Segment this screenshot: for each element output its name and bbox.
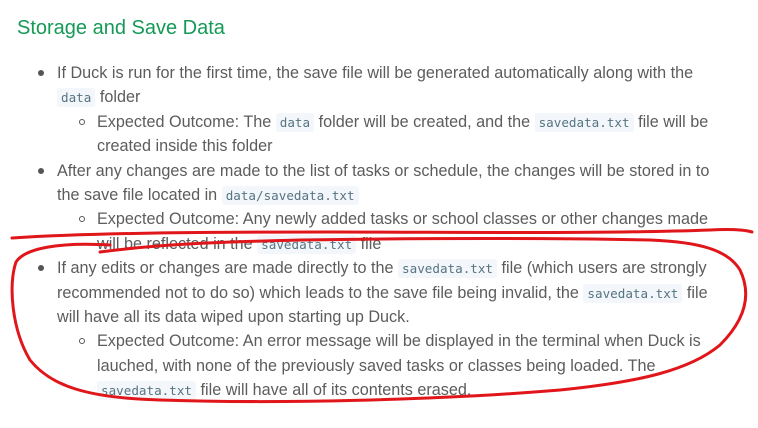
text-segment: Expected Outcome: Any newly added tasks … bbox=[97, 210, 708, 229]
text-segment: recommended not to do so) which leads to… bbox=[57, 283, 584, 302]
bullet-circle-icon bbox=[79, 118, 85, 125]
text-line: lauched, with none of the previously sav… bbox=[97, 354, 656, 378]
text-line: Expected Outcome: The data folder will b… bbox=[97, 110, 708, 135]
text-segment: If any edits or changes are made directl… bbox=[57, 259, 399, 278]
inline-code: savedata.txt bbox=[97, 381, 196, 401]
bullet-circle-icon bbox=[79, 216, 85, 223]
text-segment: created inside this folder bbox=[97, 137, 273, 156]
text-segment: Expected Outcome: The bbox=[97, 112, 276, 131]
text-line: Expected Outcome: An error message will … bbox=[97, 329, 701, 353]
text-segment: the save file located in bbox=[57, 186, 222, 204]
text-line: created inside this folder bbox=[97, 134, 272, 158]
bullet-disc-icon bbox=[38, 70, 44, 76]
text-line: After any changes are made to the list o… bbox=[57, 159, 709, 183]
text-segment: Expected Outcome: An error message will … bbox=[97, 332, 701, 351]
text-segment: lauched, with none of the previously sav… bbox=[97, 356, 656, 375]
text-line: recommended not to do so) which leads to… bbox=[57, 281, 708, 306]
text-segment: file will be bbox=[633, 112, 709, 131]
text-line: the save file located in data/savedata.t… bbox=[57, 183, 359, 208]
inline-code: savedata.txt bbox=[583, 283, 683, 303]
inline-code: savedata.txt bbox=[398, 259, 498, 279]
text-segment: file bbox=[682, 283, 708, 302]
text-segment: After any changes are made to the list o… bbox=[57, 161, 710, 180]
text-segment: folder will be created, and the bbox=[314, 112, 535, 131]
text-segment: will be reflected in the bbox=[97, 234, 258, 253]
text-line: Expected Outcome: Any newly added tasks … bbox=[97, 207, 708, 231]
bullet-circle-icon bbox=[79, 338, 85, 345]
text-line: data folder bbox=[57, 85, 140, 110]
text-line: savedata.txt file will have all of its c… bbox=[97, 378, 471, 403]
text-segment: file (which users are strongly bbox=[497, 259, 707, 278]
text-segment: file bbox=[356, 234, 382, 253]
inline-code: data/savedata.txt bbox=[221, 186, 359, 205]
inline-code: data bbox=[275, 112, 315, 132]
inline-code: savedata.txt bbox=[257, 234, 357, 254]
text-segment: file will have all of its contents erase… bbox=[196, 381, 472, 400]
text-segment: will have all its data wiped upon starti… bbox=[57, 308, 410, 326]
text-line: will have all its data wiped upon starti… bbox=[57, 305, 410, 329]
text-line: If Duck is run for the first time, the s… bbox=[57, 61, 693, 85]
inline-code: savedata.txt bbox=[534, 112, 634, 132]
text-line: will be reflected in the savedata.txt fi… bbox=[97, 232, 381, 257]
text-segment: folder bbox=[95, 88, 141, 107]
text-segment: If Duck is run for the first time, the s… bbox=[57, 64, 694, 82]
text-line: If any edits or changes are made directl… bbox=[57, 256, 707, 281]
section-heading: Storage and Save Data bbox=[17, 17, 225, 39]
bullet-disc-icon bbox=[38, 265, 44, 272]
inline-code: data bbox=[57, 88, 96, 108]
bullet-disc-icon bbox=[38, 167, 44, 174]
